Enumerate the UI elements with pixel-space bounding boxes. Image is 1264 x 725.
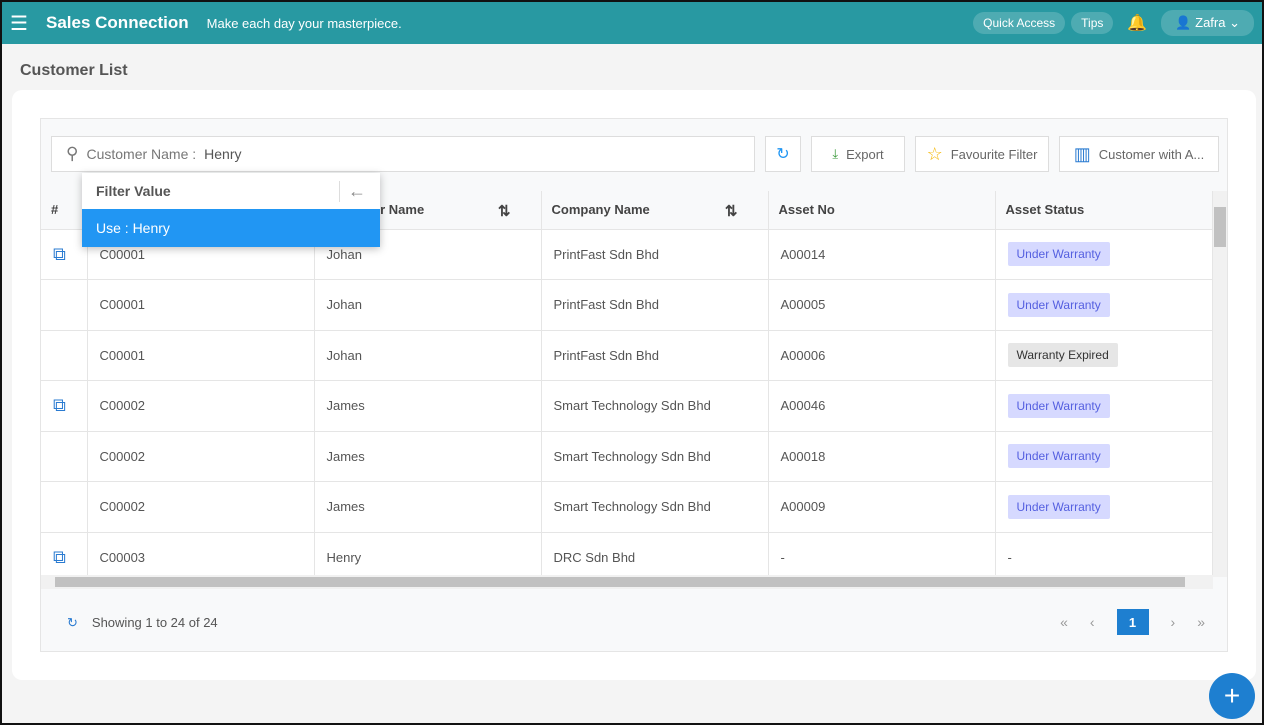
next-page-button[interactable]: › [1171,614,1176,630]
search-value: Henry [204,146,242,162]
company-name: Smart Technology Sdn Bhd [541,481,769,532]
sort-icon[interactable]: ⇅ [498,202,511,220]
row-action[interactable]: ⧉ [41,380,88,431]
user-name: Zafra [1195,15,1226,30]
page-button[interactable]: 1 [1116,609,1149,635]
asset-no: A00014 [768,228,996,280]
refresh-button[interactable]: ↻ [765,136,801,172]
add-button[interactable]: + [1209,673,1255,719]
export-label: Export [846,146,884,162]
row-action [41,481,88,532]
asset-status: Under Warranty [995,430,1213,482]
row-action [41,329,88,381]
company-name: PrintFast Sdn Bhd [541,279,769,330]
asset-status: Under Warranty [995,380,1213,431]
asset-no: A00005 [768,279,996,330]
last-page-button[interactable]: » [1197,614,1205,630]
open-external-icon[interactable]: ⧉ [53,395,66,415]
customer-name: Johan [314,279,542,330]
column-view-label: Customer with A... [1098,146,1205,162]
menu-icon[interactable]: ☰ [10,11,40,36]
customer-name: James [314,430,542,482]
column-view-button[interactable]: ▥ Customer with A... [1059,136,1219,172]
export-button[interactable]: ⤓ Export [811,136,905,172]
table-row: C00002 James Smart Technology Sdn Bhd A0… [41,481,1213,532]
customer-name: Johan [314,329,542,381]
refresh-icon: ↻ [776,146,790,163]
col-asset-status[interactable]: Asset Status [995,191,1213,229]
col-label: Company Name [551,202,650,218]
favourite-filter-button[interactable]: ☆ Favourite Filter [915,136,1049,172]
asset-status: Warranty Expired [995,329,1213,381]
vertical-scrollbar[interactable] [1213,191,1227,577]
customer-table: # Customer Name⇅ Company Name⇅ Asset No … [41,191,1213,583]
status-badge: Under Warranty [1007,242,1110,267]
star-icon: ☆ [926,143,943,164]
customer-id: C00002 [87,380,315,431]
tips-button[interactable]: Tips [1071,12,1114,34]
quick-access-button[interactable]: Quick Access [973,12,1066,34]
open-external-icon[interactable]: ⧉ [53,547,66,567]
download-icon: ⤓ [832,146,839,161]
asset-status: Under Warranty [995,279,1213,330]
asset-no: A00006 [768,329,996,381]
back-arrow-icon[interactable]: ← [339,180,366,202]
filter-option[interactable]: Use : Henry [82,209,380,247]
filter-value-popup: Filter Value ← Use : Henry [82,173,380,247]
status-badge: Warranty Expired [1007,343,1118,368]
customer-name: James [314,481,542,532]
prev-page-button[interactable]: ‹ [1090,614,1095,630]
refresh-icon[interactable]: ↻ [67,615,78,631]
search-input[interactable]: ⚲ Customer Name : Henry [51,136,755,172]
status-badge: Under Warranty [1007,494,1110,519]
table-row: ⧉ C00002 James Smart Technology Sdn Bhd … [41,380,1213,431]
horizontal-scrollbar[interactable] [41,575,1213,589]
search-field-label: Customer Name : [86,146,197,162]
customer-name: James [314,380,542,431]
company-name: Smart Technology Sdn Bhd [541,380,769,431]
top-bar: ☰ Sales Connection Make each day your ma… [2,2,1262,44]
status-badge: Under Warranty [1007,444,1110,469]
asset-status: Under Warranty [995,228,1213,280]
asset-no: A00046 [768,380,996,431]
asset-no: A00009 [768,481,996,532]
bell-icon[interactable]: 🔔 [1127,13,1147,33]
col-company-name[interactable]: Company Name ⇅ [541,191,769,229]
row-action [41,279,88,330]
user-menu[interactable]: 👤 Zafra ⌄ [1161,10,1254,36]
sort-icon[interactable]: ⇅ [725,202,738,220]
app-name: Sales Connection [46,13,189,32]
popup-title: Filter Value [96,183,171,199]
asset-status: Under Warranty [995,481,1213,532]
row-action [41,430,88,482]
customer-id: C00002 [87,481,315,532]
columns-icon: ▥ [1073,143,1091,164]
open-external-icon[interactable]: ⧉ [53,244,66,264]
row-action[interactable]: ⧉ [41,228,88,280]
status-badge: Under Warranty [1007,292,1110,317]
table-row: C00001 Johan PrintFast Sdn Bhd A00005 Un… [41,279,1213,330]
showing-count: Showing 1 to 24 of 24 [91,615,218,630]
customer-id: C00001 [87,329,315,381]
page-title: Customer List [20,62,128,79]
table-row: C00001 Johan PrintFast Sdn Bhd A00006 Wa… [41,329,1213,381]
company-name: PrintFast Sdn Bhd [541,228,769,280]
status-badge: - [1007,550,1012,565]
search-icon: ⚲ [66,144,79,163]
company-name: PrintFast Sdn Bhd [541,329,769,381]
col-index: # [41,191,88,229]
status-badge: Under Warranty [1007,393,1110,418]
tagline: Make each day your masterpiece. [206,15,402,31]
col-asset-no[interactable]: Asset No [768,191,996,229]
first-page-button[interactable]: « [1060,614,1068,630]
company-name: Smart Technology Sdn Bhd [541,430,769,482]
pagination: « ‹ 1 › » [1060,609,1205,635]
customer-id: C00001 [87,279,315,330]
customer-id: C00002 [87,430,315,482]
asset-no: A00018 [768,430,996,482]
favourite-label: Favourite Filter [950,146,1038,162]
table-row: C00002 James Smart Technology Sdn Bhd A0… [41,430,1213,482]
